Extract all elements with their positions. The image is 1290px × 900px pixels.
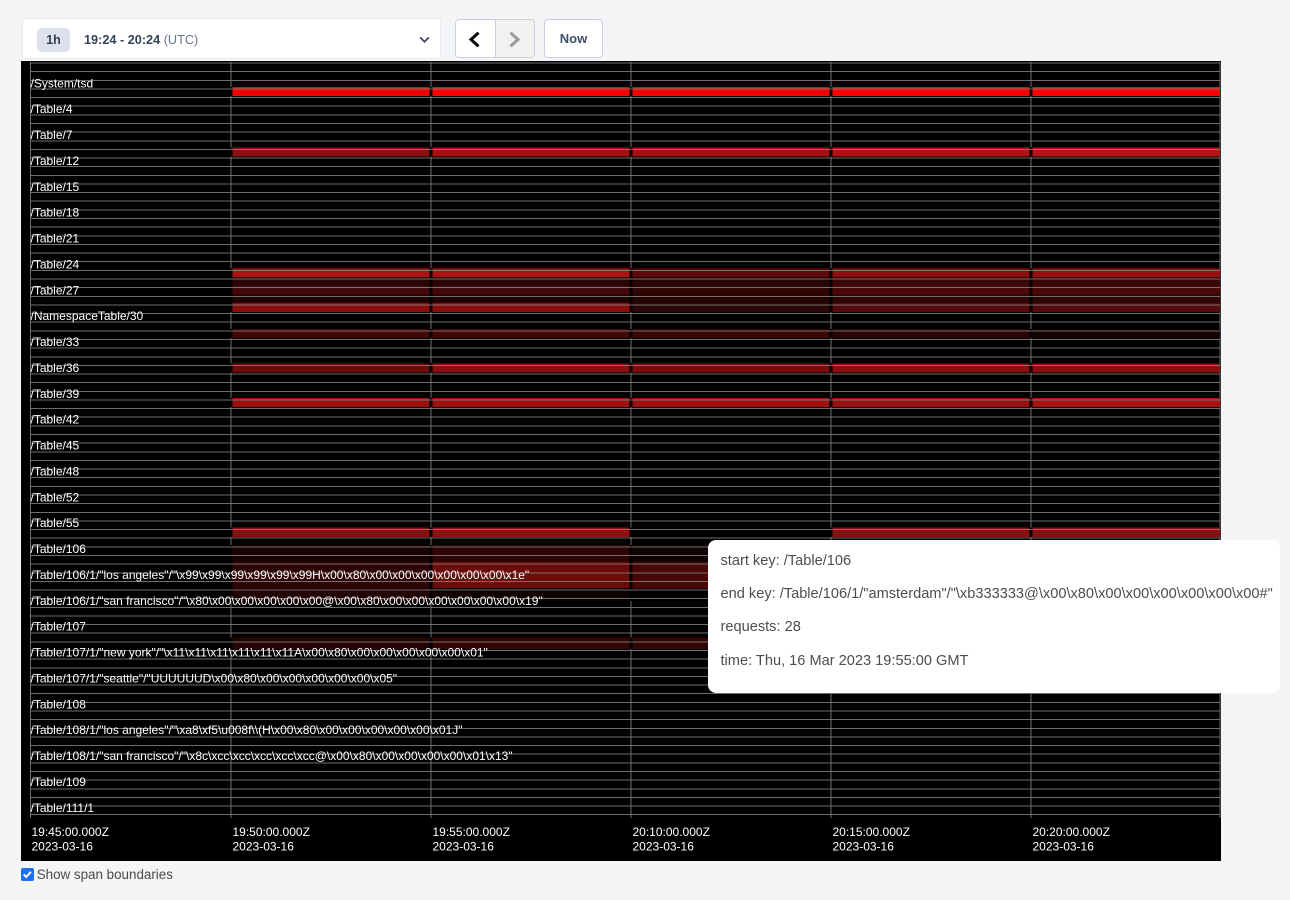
svg-text:/Table/24: /Table/24 (31, 257, 80, 271)
svg-text:19:45:00.000Z: 19:45:00.000Z (32, 825, 109, 839)
svg-text:/Table/106/1/"san francisco"/": /Table/106/1/"san francisco"/"\x80\x00\x… (31, 594, 543, 608)
svg-text:/Table/107/1/"new york"/"\x11\: /Table/107/1/"new york"/"\x11\x11\x11\x1… (31, 646, 488, 660)
svg-text:/Table/107/1/"seattle"/"UUUUUU: /Table/107/1/"seattle"/"UUUUUUD\x00\x80\… (31, 671, 398, 685)
svg-text:/Table/107: /Table/107 (31, 620, 87, 634)
svg-text:/Table/106: /Table/106 (31, 542, 87, 556)
svg-text:/Table/36: /Table/36 (31, 361, 80, 375)
svg-text:2023-03-16: 2023-03-16 (32, 839, 94, 853)
svg-text:/Table/108/1/"san francisco"/": /Table/108/1/"san francisco"/"\x8c\xcc\x… (31, 749, 513, 763)
svg-text:20:10:00.000Z: 20:10:00.000Z (633, 825, 710, 839)
svg-text:19:55:00.000Z: 19:55:00.000Z (433, 825, 510, 839)
svg-text:2023-03-16: 2023-03-16 (1033, 839, 1095, 853)
svg-text:2023-03-16: 2023-03-16 (233, 839, 295, 853)
svg-text:/Table/108/1/"los angeles"/"\x: /Table/108/1/"los angeles"/"\xa8\xf5\u00… (31, 723, 463, 737)
svg-text:/Table/7: /Table/7 (31, 128, 73, 142)
svg-text:/Table/108: /Table/108 (31, 697, 87, 711)
svg-text:/Table/106/1/"los angeles"/"\x: /Table/106/1/"los angeles"/"\x99\x99\x99… (31, 568, 530, 582)
svg-text:20:20:00.000Z: 20:20:00.000Z (1033, 825, 1110, 839)
svg-text:/Table/15: /Table/15 (31, 180, 80, 194)
svg-text:/Table/52: /Table/52 (31, 490, 80, 504)
svg-text:/Table/27: /Table/27 (31, 283, 80, 297)
svg-text:/Table/48: /Table/48 (31, 464, 80, 478)
svg-text:2023-03-16: 2023-03-16 (833, 839, 895, 853)
svg-text:/Table/33: /Table/33 (31, 335, 80, 349)
svg-text:/Table/21: /Table/21 (31, 232, 80, 246)
svg-text:/Table/111/1: /Table/111/1 (31, 801, 95, 815)
svg-text:/NamespaceTable/30: /NamespaceTable/30 (31, 309, 144, 323)
svg-text:20:15:00.000Z: 20:15:00.000Z (833, 825, 910, 839)
svg-text:/Table/45: /Table/45 (31, 439, 80, 453)
svg-text:/Table/39: /Table/39 (31, 387, 80, 401)
svg-text:/Table/109: /Table/109 (31, 775, 87, 789)
svg-text:19:50:00.000Z: 19:50:00.000Z (233, 825, 310, 839)
svg-text:/System/tsd: /System/tsd (31, 76, 94, 90)
svg-text:/Table/18: /Table/18 (31, 206, 80, 220)
svg-text:/Table/42: /Table/42 (31, 413, 80, 427)
svg-text:2023-03-16: 2023-03-16 (633, 839, 695, 853)
svg-text:/Table/4: /Table/4 (31, 102, 73, 116)
svg-text:2023-03-16: 2023-03-16 (433, 839, 495, 853)
svg-text:/Table/55: /Table/55 (31, 516, 80, 530)
svg-text:/Table/12: /Table/12 (31, 154, 80, 168)
